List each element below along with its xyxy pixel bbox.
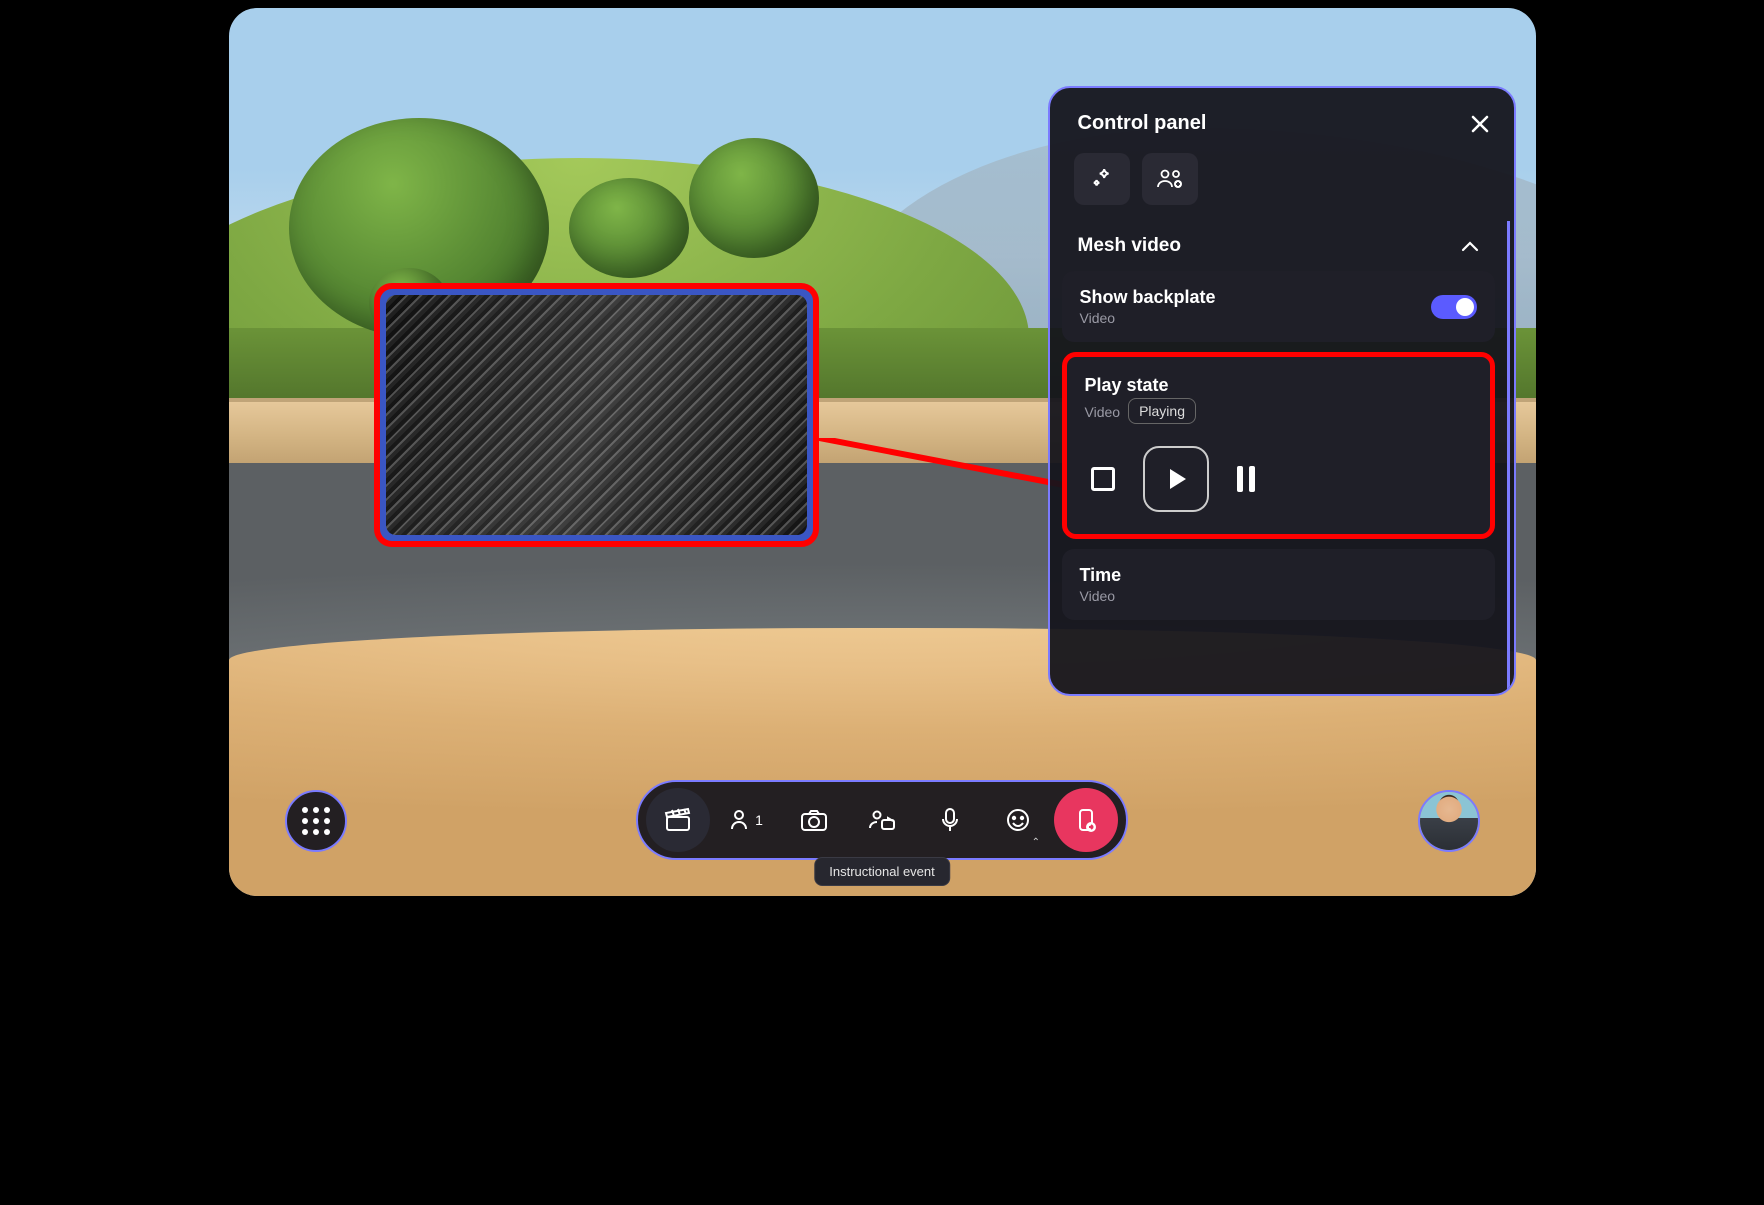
clapper-button[interactable] bbox=[646, 788, 710, 852]
people-count: 1 bbox=[755, 812, 763, 828]
leave-button[interactable] bbox=[1054, 788, 1118, 852]
play-icon bbox=[1170, 469, 1186, 489]
backplate-title: Show backplate bbox=[1080, 287, 1216, 308]
play-state-card: Play state Video Playing bbox=[1062, 352, 1495, 539]
backplate-toggle[interactable] bbox=[1431, 295, 1477, 319]
people-share-icon bbox=[868, 808, 896, 832]
play-button[interactable] bbox=[1143, 446, 1209, 512]
menu-button[interactable] bbox=[285, 790, 347, 852]
notifications-tab[interactable] bbox=[1074, 153, 1130, 205]
pause-icon bbox=[1237, 466, 1255, 492]
camera-button[interactable] bbox=[782, 788, 846, 852]
show-backplate-card: Show backplate Video bbox=[1062, 271, 1495, 342]
avatar-button[interactable] bbox=[1418, 790, 1480, 852]
camera-icon bbox=[800, 808, 828, 832]
grid-icon bbox=[302, 807, 330, 835]
backplate-sub: Video bbox=[1080, 310, 1216, 326]
tree bbox=[569, 178, 689, 278]
playstate-sub: Video bbox=[1085, 404, 1121, 420]
toolbar-tooltip: Instructional event bbox=[814, 857, 950, 886]
mic-button[interactable] bbox=[918, 788, 982, 852]
people-button[interactable]: 1 bbox=[714, 788, 778, 852]
time-card: Time Video bbox=[1062, 549, 1495, 620]
time-sub: Video bbox=[1080, 588, 1477, 604]
time-title: Time bbox=[1080, 565, 1477, 586]
section-title: Mesh video bbox=[1078, 235, 1181, 257]
pause-button[interactable] bbox=[1237, 466, 1255, 492]
playstate-title: Play state bbox=[1085, 375, 1472, 396]
smiley-icon bbox=[1005, 807, 1031, 833]
close-icon[interactable] bbox=[1470, 114, 1490, 134]
tree bbox=[689, 138, 819, 258]
leave-icon bbox=[1074, 807, 1098, 833]
bottom-toolbar: 1 bbox=[636, 780, 1128, 860]
microphone-icon bbox=[940, 807, 960, 833]
world-video-screen[interactable] bbox=[374, 283, 819, 547]
chevron-up-icon: ⌃ bbox=[1032, 837, 1040, 848]
control-panel: Control panel bbox=[1048, 86, 1516, 696]
environment-3d: Control panel bbox=[229, 8, 1536, 896]
stop-button[interactable] bbox=[1091, 467, 1115, 491]
clapperboard-icon bbox=[664, 807, 692, 833]
person-icon bbox=[729, 808, 753, 832]
chevron-up-icon bbox=[1461, 240, 1479, 252]
reactions-button[interactable]: ⌃ bbox=[986, 788, 1050, 852]
panel-title: Control panel bbox=[1078, 112, 1207, 135]
avatar-image bbox=[1420, 792, 1478, 850]
stop-icon bbox=[1091, 467, 1115, 491]
world-video-content bbox=[386, 295, 807, 535]
participants-tab[interactable] bbox=[1142, 153, 1198, 205]
playstate-badge: Playing bbox=[1128, 398, 1196, 424]
share-button[interactable] bbox=[850, 788, 914, 852]
section-mesh-video[interactable]: Mesh video bbox=[1062, 221, 1495, 271]
